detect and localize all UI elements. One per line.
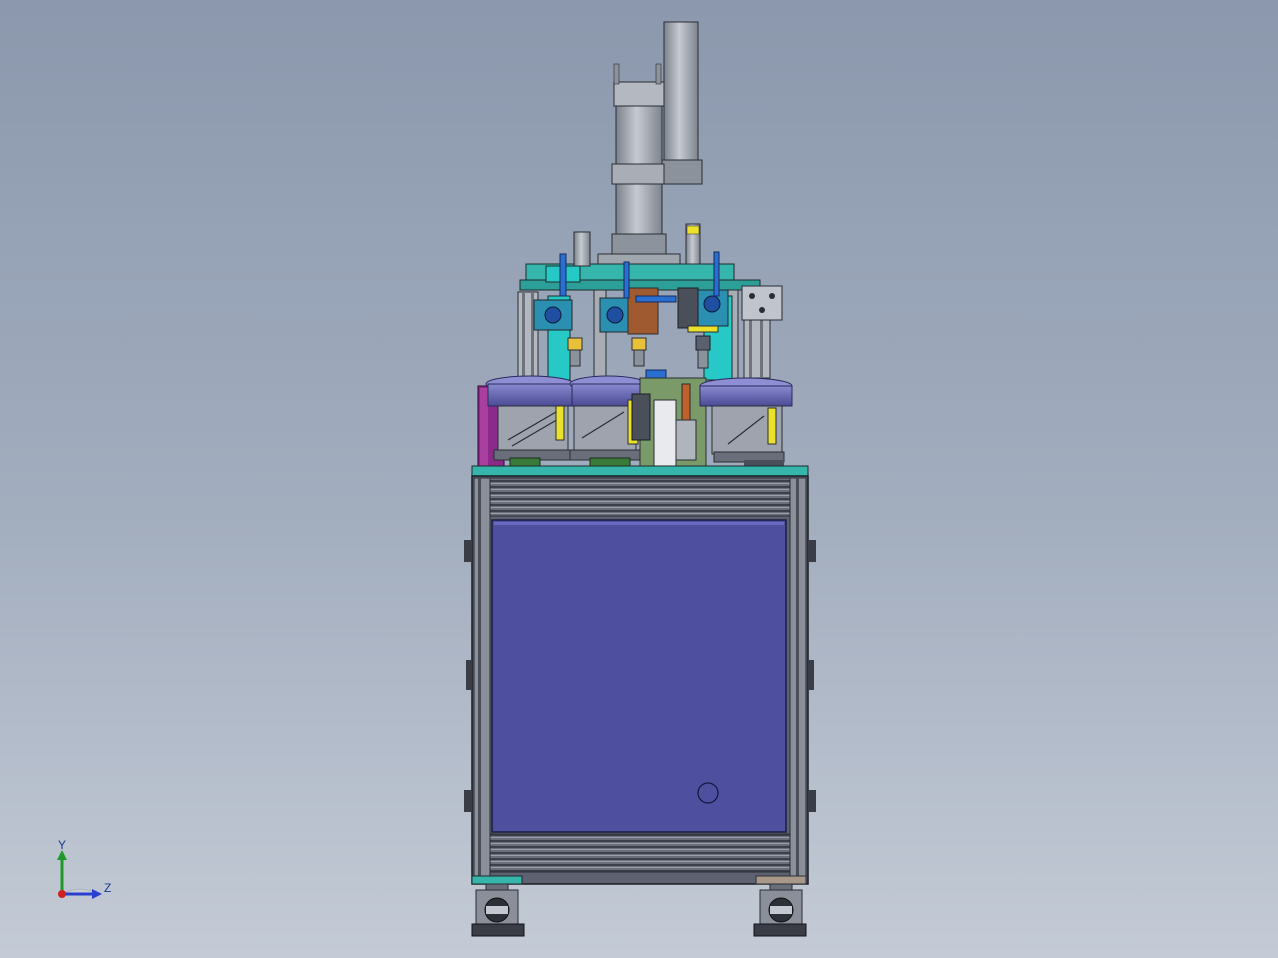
- y-axis-label: Y: [58, 838, 66, 852]
- cad-viewport[interactable]: Y Z: [0, 0, 1278, 958]
- orientation-triad: Y Z: [57, 838, 111, 899]
- machine-assembly[interactable]: [464, 21, 816, 937]
- x-axis-dot: [58, 890, 66, 898]
- cabinet-door-panel[interactable]: [491, 519, 787, 833]
- machine-base-and-casters: [471, 875, 807, 937]
- z-axis-label: Z: [104, 881, 111, 895]
- vibratory-feeder-bowls: [477, 375, 793, 469]
